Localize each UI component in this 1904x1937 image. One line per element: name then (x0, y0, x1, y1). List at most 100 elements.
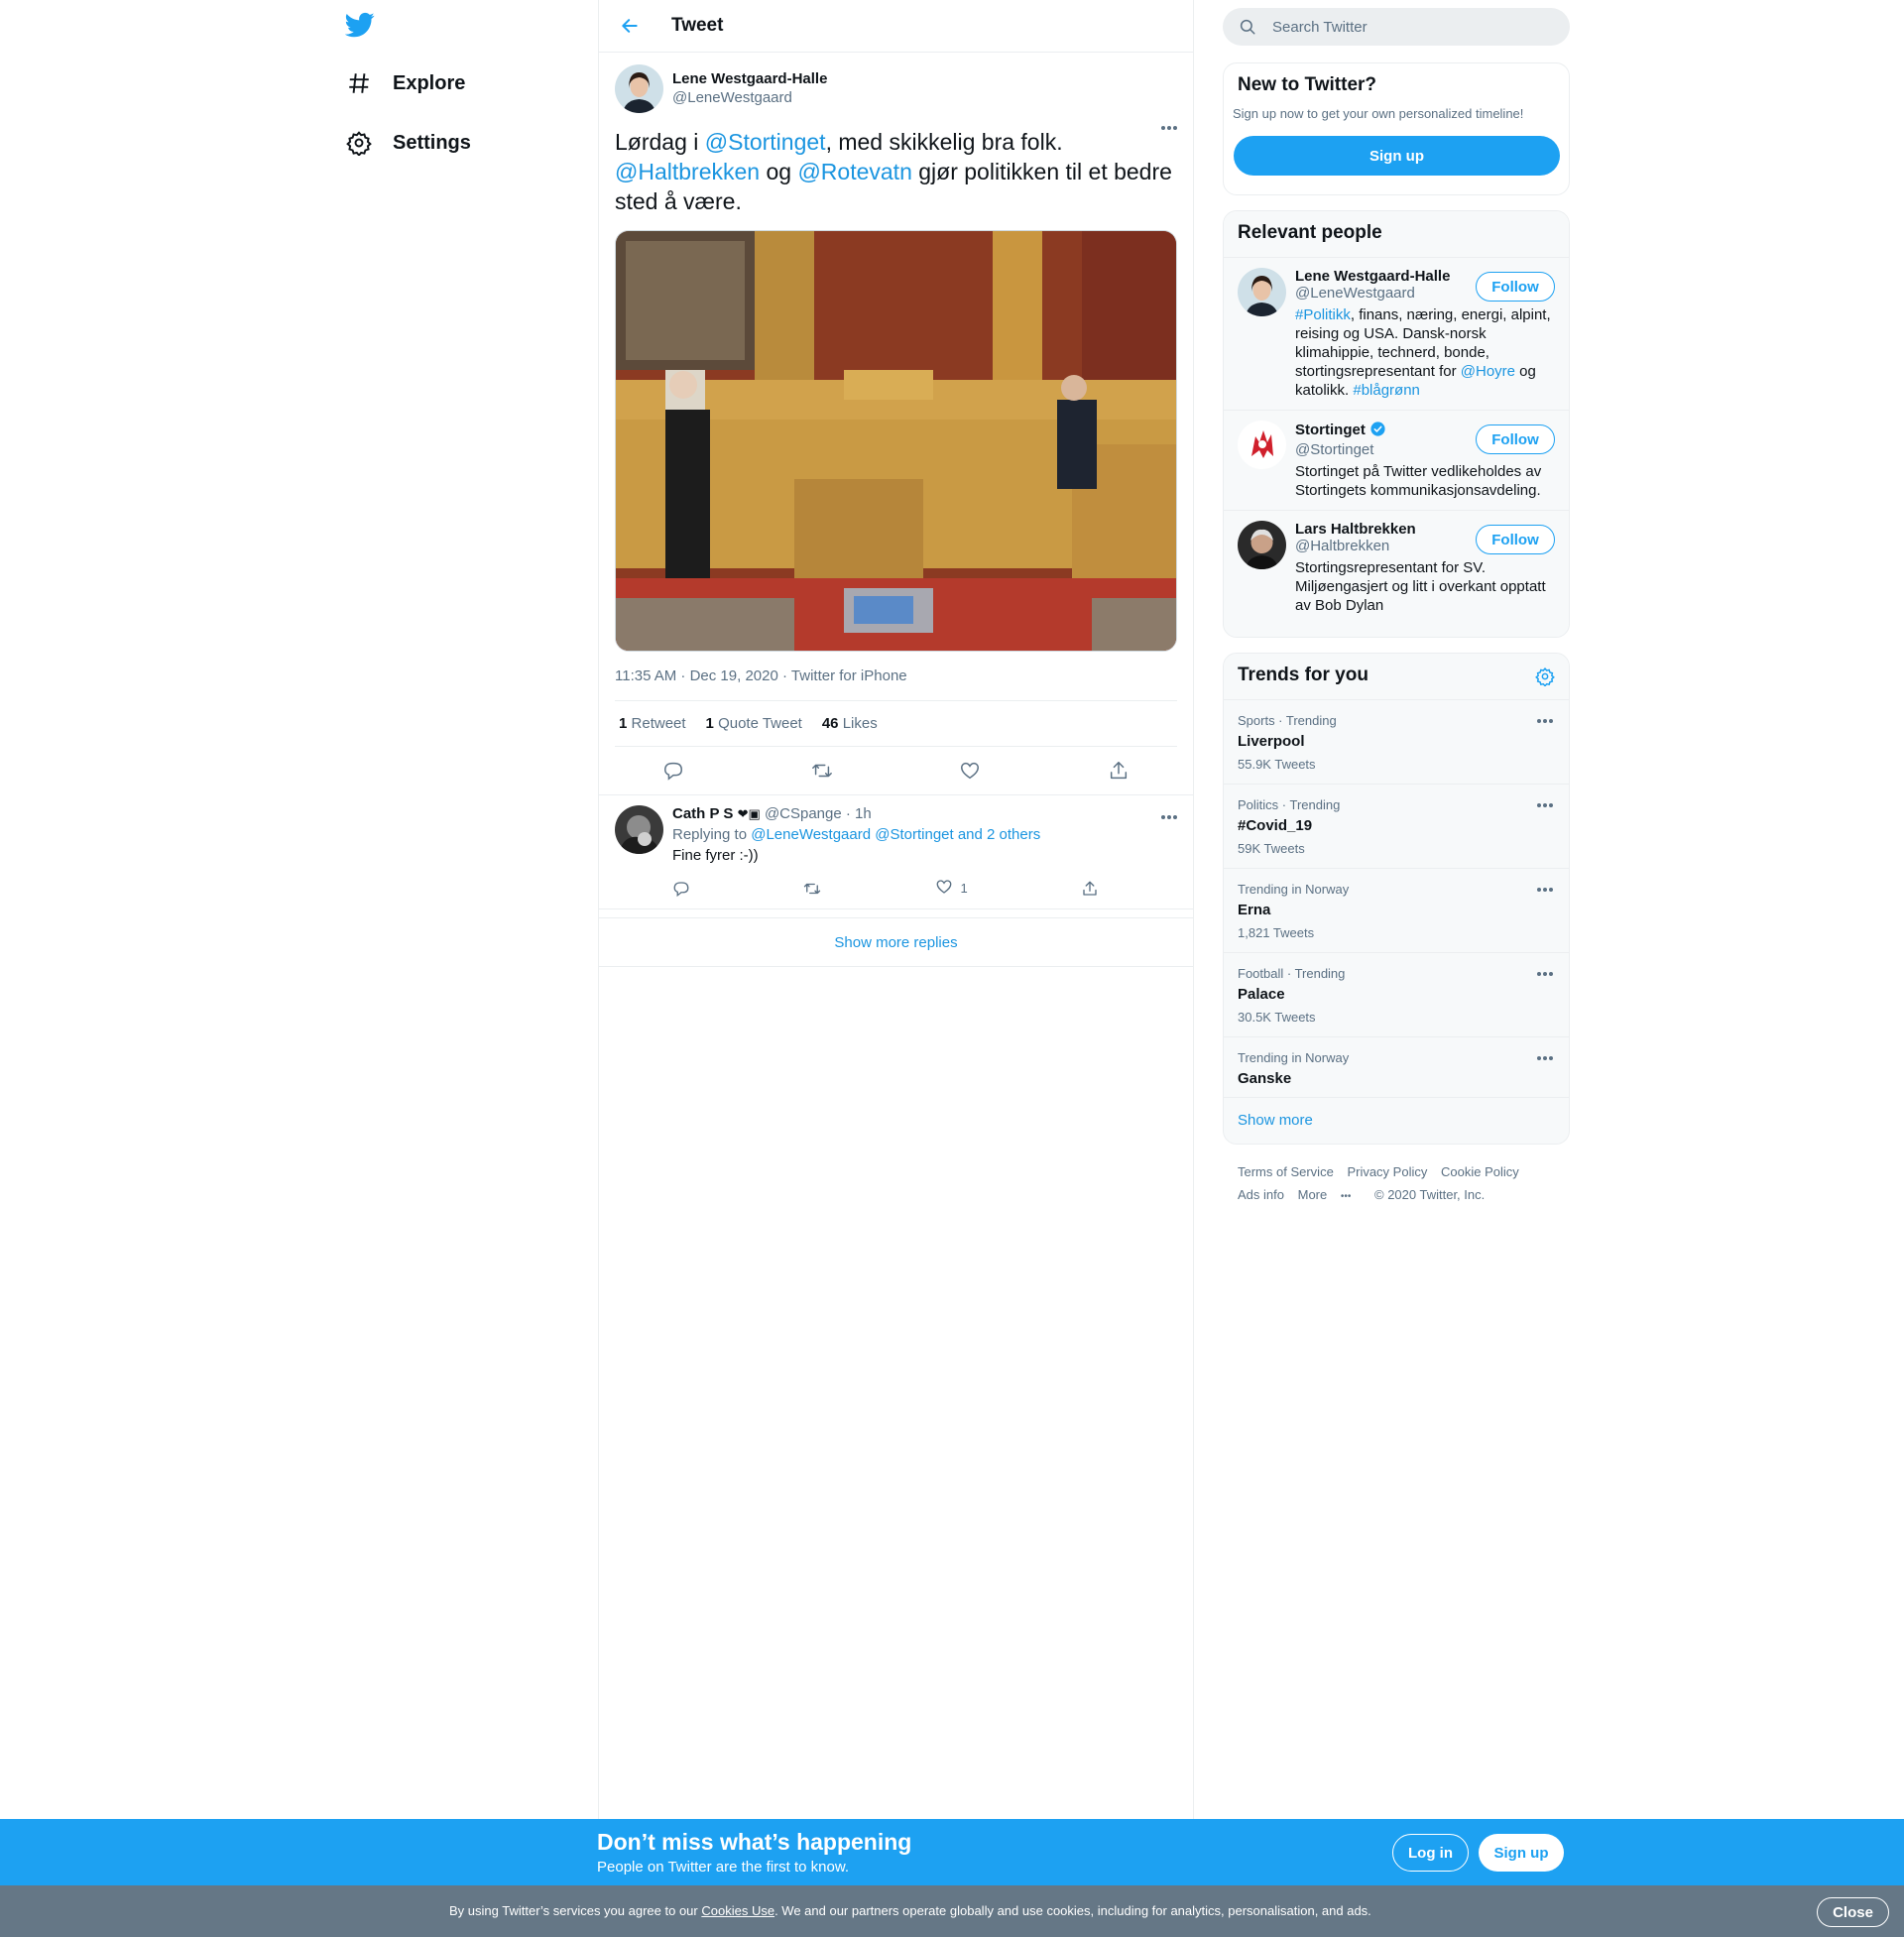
footer-links: Terms of Service Privacy Policy Cookie P… (1238, 1160, 1555, 1208)
cookies-use-link[interactable]: Cookies Use (701, 1903, 774, 1918)
signup-button[interactable]: Sign up (1479, 1834, 1564, 1872)
more-options-icon[interactable] (1161, 126, 1177, 130)
relevant-people-card: Relevant people Lene Westgaard-Halle @Le… (1223, 210, 1570, 638)
person-bio: #Politikk, finans, næring, energi, alpin… (1295, 305, 1555, 400)
quote-tweet-stat[interactable]: 1 Quote Tweet (706, 715, 802, 732)
reply-tweet[interactable]: Cath P S ❤▣ @CSpange · 1h Replying to @L… (599, 794, 1193, 909)
new-to-twitter-card: New to Twitter? Sign up now to get your … (1223, 62, 1570, 195)
nav-explore[interactable]: Explore (345, 61, 465, 105)
gear-icon[interactable] (1535, 666, 1555, 692)
more-options-icon[interactable] (1537, 803, 1553, 807)
retweet-icon[interactable] (809, 758, 835, 784)
tweet-photo[interactable] (615, 230, 1177, 652)
back-arrow-icon[interactable] (615, 11, 645, 41)
trends-title: Trends for you (1238, 665, 1368, 685)
trend-item[interactable]: Trending in Norway Erna 1,821 Tweets (1224, 869, 1569, 953)
close-button[interactable]: Close (1817, 1897, 1889, 1927)
like-button[interactable]: 1 (935, 878, 968, 899)
trend-context: Trending in Norway (1238, 882, 1350, 897)
author-name[interactable]: Lene Westgaard-Halle (672, 70, 827, 87)
ads-info-link[interactable]: Ads info (1238, 1187, 1284, 1202)
divider (599, 909, 1193, 918)
tweet-stats: 1 Retweet 1 Quote Tweet 46 Likes (615, 701, 1177, 747)
show-more-trends-link[interactable]: Show more (1224, 1098, 1569, 1143)
twitter-logo-icon[interactable] (344, 10, 377, 42)
more-options-icon[interactable] (1537, 719, 1553, 723)
more-options-icon[interactable] (1161, 815, 1177, 819)
trend-name: Erna (1238, 902, 1271, 918)
avatar[interactable] (1238, 521, 1286, 569)
tweet-source[interactable]: Twitter for iPhone (791, 667, 907, 684)
follow-button[interactable]: Follow (1476, 525, 1555, 554)
mention-rotevatn[interactable]: @Rotevatn (797, 159, 911, 184)
reply-time[interactable]: · 1h (846, 805, 872, 822)
likes-stat[interactable]: 46 Likes (822, 715, 878, 732)
cookie-text-part: By using Twitter’s services you agree to… (449, 1903, 702, 1918)
trend-item[interactable]: Football · Trending Palace 30.5K Tweets (1224, 953, 1569, 1037)
mention-haltbrekken[interactable]: @Haltbrekken (615, 159, 760, 184)
author-handle[interactable]: @LeneWestgaard (672, 89, 827, 106)
like-count: 1 (960, 881, 968, 896)
reply-author-handle[interactable]: @CSpange (765, 805, 842, 822)
more-link[interactable]: More ••• (1298, 1187, 1362, 1202)
search-icon (1239, 18, 1256, 36)
person-item[interactable]: Lene Westgaard-Halle @LeneWestgaard #Pol… (1224, 258, 1569, 411)
bio-mention[interactable]: @Hoyre (1461, 363, 1515, 380)
nav-settings-label: Settings (393, 131, 471, 154)
trend-item[interactable]: Politics · Trending #Covid_19 59K Tweets (1224, 785, 1569, 869)
person-item[interactable]: Stortinget @Stortinget Stortinget på Twi… (1224, 411, 1569, 511)
tweet-author[interactable]: Lene Westgaard-Halle @LeneWestgaard (615, 53, 1177, 113)
signup-prompt-bar: Don’t miss what’s happening People on Tw… (0, 1819, 1904, 1885)
avatar[interactable] (615, 64, 663, 113)
trend-item[interactable]: Trending in Norway Ganske (1224, 1037, 1569, 1098)
share-icon[interactable] (1106, 758, 1131, 784)
retweet-count: 1 (619, 715, 628, 732)
like-heart-icon[interactable] (957, 758, 983, 784)
follow-button[interactable]: Follow (1476, 272, 1555, 302)
login-button[interactable]: Log in (1392, 1834, 1469, 1872)
cookie-policy-link[interactable]: Cookie Policy (1441, 1164, 1519, 1179)
reply-author-name[interactable]: Cath P S (672, 805, 733, 822)
main-header: Tweet (599, 0, 1193, 53)
main-tweet: Lene Westgaard-Halle @LeneWestgaard Lørd… (599, 53, 1193, 747)
verified-badge-icon (1369, 421, 1386, 441)
more-link-label: More (1297, 1187, 1328, 1202)
replying-to-label: Replying to (672, 826, 748, 843)
retweet-icon[interactable] (803, 878, 821, 899)
quote-count: 1 (705, 715, 714, 732)
relevant-people-title: Relevant people (1224, 211, 1569, 258)
avatar[interactable] (1238, 268, 1286, 316)
search-input[interactable] (1270, 17, 1552, 37)
privacy-link[interactable]: Privacy Policy (1347, 1164, 1427, 1179)
prompt-headline: Don’t miss what’s happening (597, 1829, 912, 1855)
copyright: © 2020 Twitter, Inc. (1374, 1187, 1486, 1202)
bio-hashtag[interactable]: #blågrønn (1353, 382, 1420, 399)
more-options-icon[interactable] (1537, 1056, 1553, 1060)
replying-to-users[interactable]: @LeneWestgaard @Stortinget and 2 others (751, 826, 1040, 843)
trend-item[interactable]: Sports · Trending Liverpool 55.9K Tweets (1224, 700, 1569, 785)
hashtag-icon (345, 69, 373, 97)
trend-context: Football · Trending (1238, 966, 1346, 981)
follow-button[interactable]: Follow (1476, 424, 1555, 454)
more-options-icon[interactable] (1537, 888, 1553, 892)
signup-button[interactable]: Sign up (1234, 136, 1560, 176)
terms-link[interactable]: Terms of Service (1238, 1164, 1334, 1179)
more-options-icon[interactable] (1537, 972, 1553, 976)
avatar[interactable] (615, 805, 663, 854)
tweet-timestamp[interactable]: 11:35 AM · Dec 19, 2020 (615, 667, 778, 684)
tweet-meta: 11:35 AM · Dec 19, 2020 · Twitter for iP… (615, 667, 1177, 701)
person-item[interactable]: Lars Haltbrekken @Haltbrekken Stortingsr… (1224, 511, 1569, 625)
share-icon[interactable] (1081, 878, 1099, 899)
avatar[interactable] (1238, 421, 1286, 469)
bio-hashtag[interactable]: #Politikk (1295, 306, 1351, 323)
trend-name: #Covid_19 (1238, 817, 1313, 834)
mention-stortinget[interactable]: @Stortinget (705, 129, 826, 155)
person-name[interactable]: Stortinget (1295, 422, 1366, 438)
nav-settings[interactable]: Settings (345, 121, 471, 165)
reply-icon[interactable] (660, 758, 686, 784)
show-more-replies-link[interactable]: Show more replies (599, 918, 1193, 967)
reply-icon[interactable] (672, 878, 690, 899)
quote-label: Quote Tweet (718, 715, 802, 732)
retweet-stat[interactable]: 1 Retweet (619, 715, 686, 732)
search-box[interactable] (1223, 8, 1570, 46)
